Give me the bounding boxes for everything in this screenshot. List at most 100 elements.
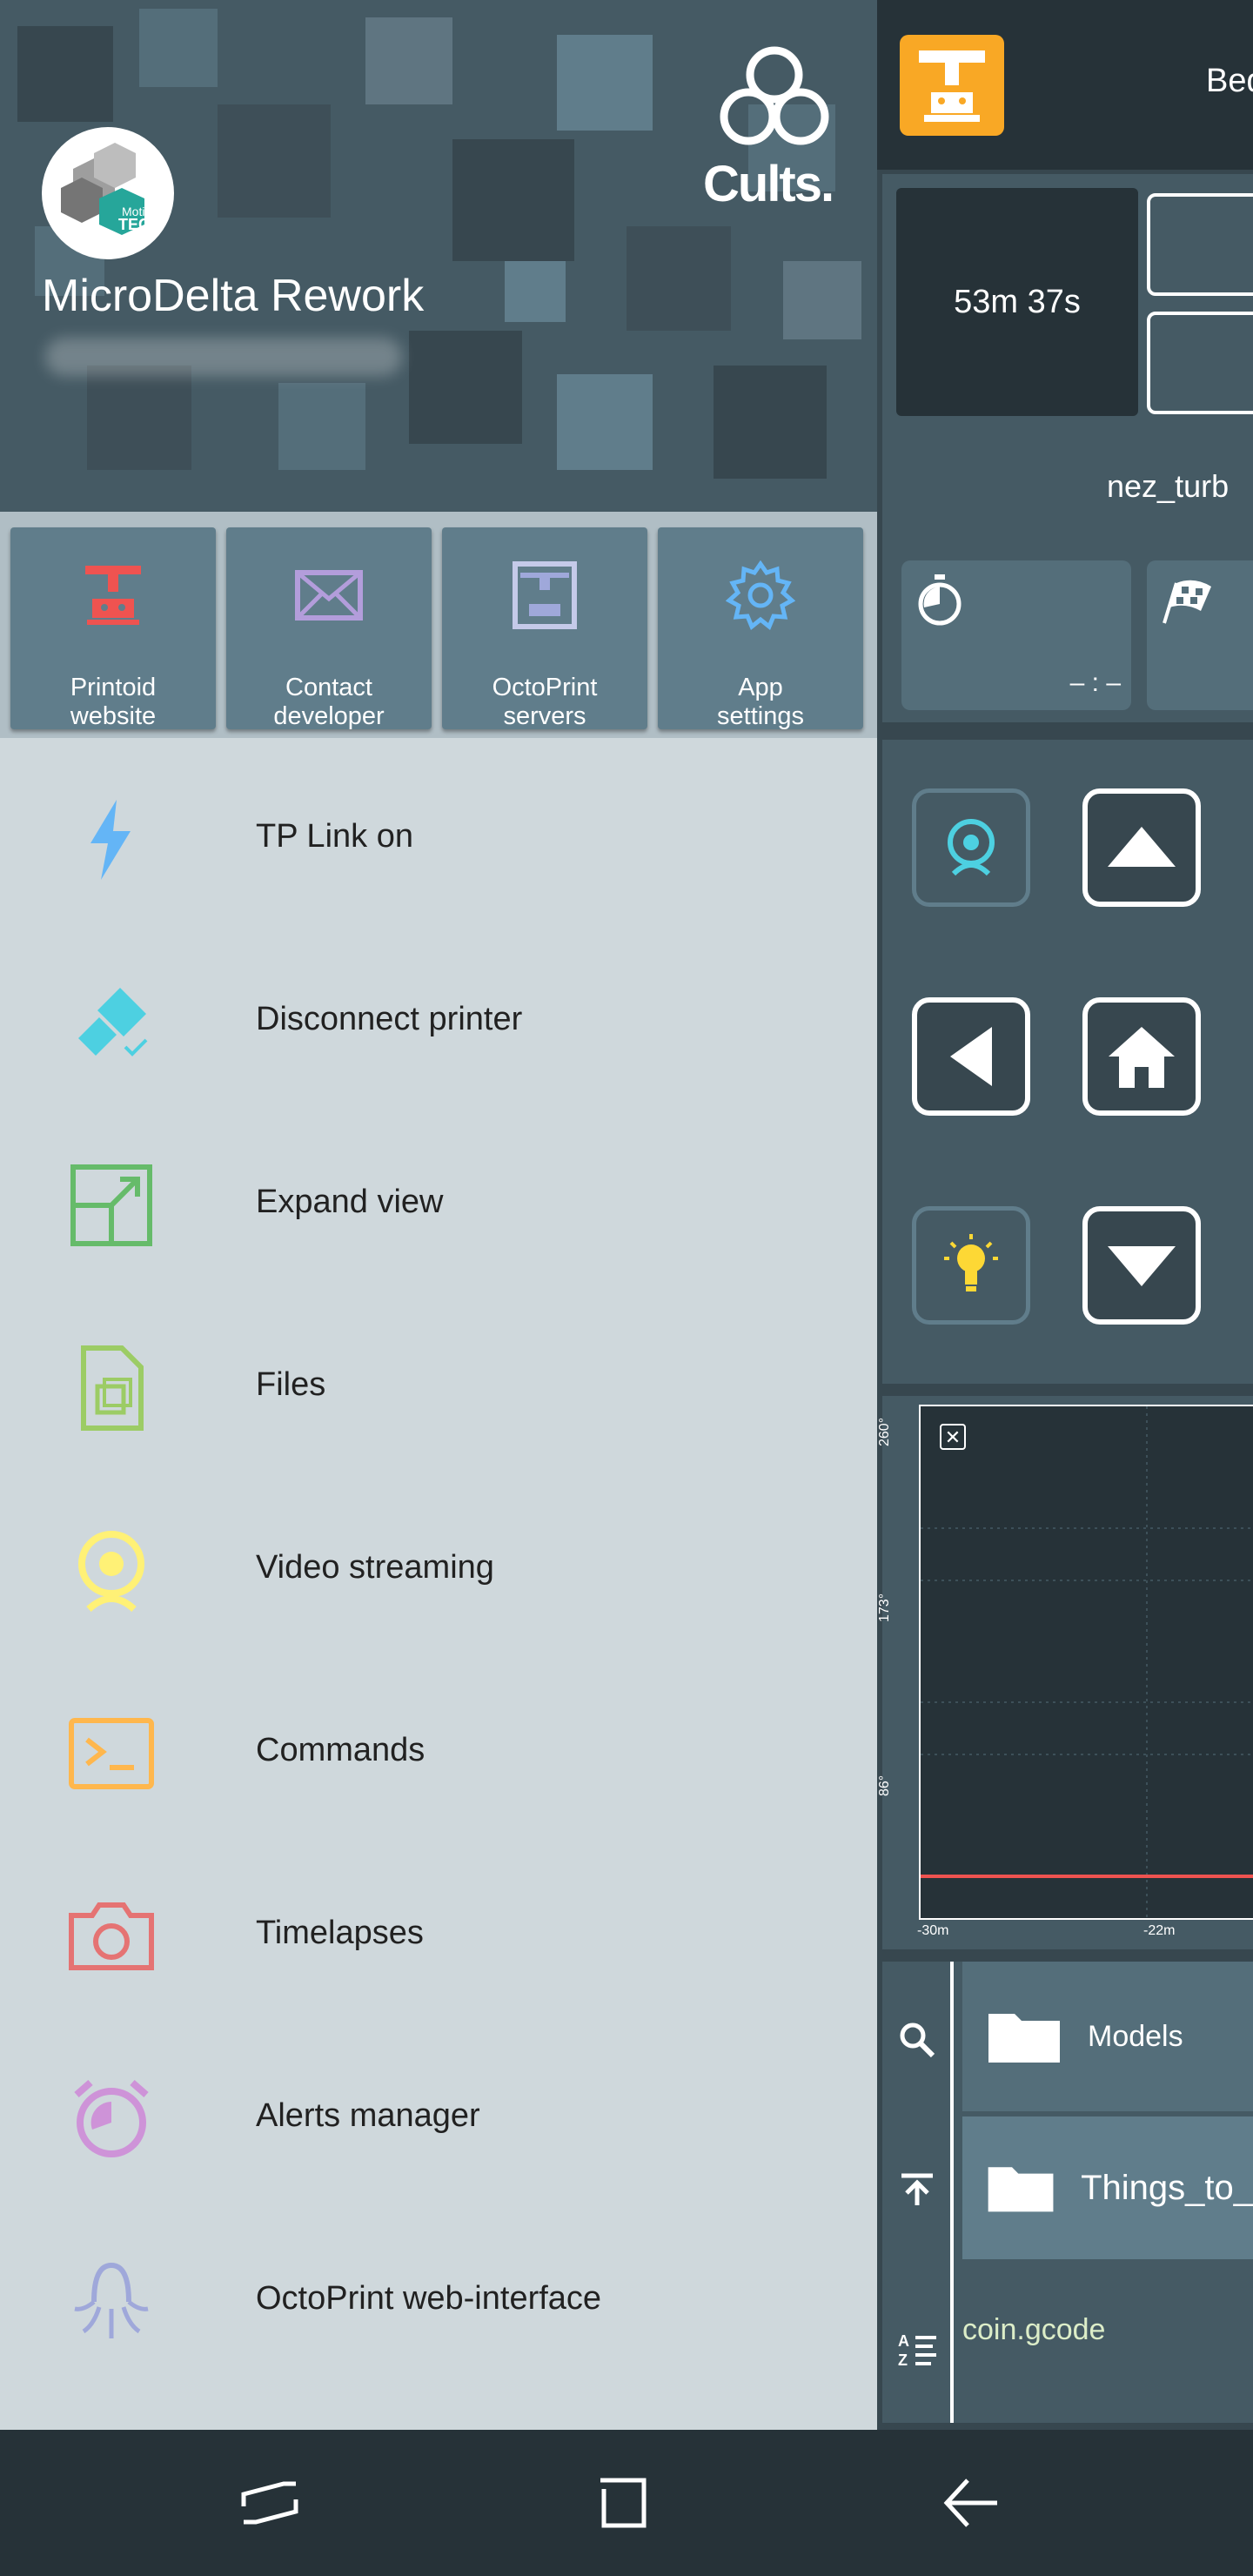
sort-az-icon: A Z [898,2332,936,2369]
chart-close-button[interactable]: ✕ [940,1424,966,1450]
light-button[interactable] [912,1206,1030,1325]
folder-item-models[interactable]: Models [962,1962,1253,2111]
x-tick-30m: -30m [917,1923,949,1938]
navigation-drawer: Motion TECH MicroDelta Rework Cults. Pri… [0,0,877,2430]
menu-item-expand-view[interactable]: Expand view [0,1114,877,1297]
home-nav-button[interactable] [588,2468,658,2538]
printer-name: Bed [1206,63,1253,99]
printoid-app-icon[interactable] [900,35,1004,136]
quick-actions: Printoid website Contact developer OctoP… [0,512,877,738]
folder-icon [988,2014,1060,2063]
stopwatch-icon [918,574,962,626]
file-item-gcode[interactable]: coin.gcode [962,2313,1105,2347]
profile-name: MicroDelta Rework [42,271,425,321]
folder-label: Things_to_ [1081,2168,1253,2207]
menu-item-octoprint-web[interactable]: OctoPrint web-interface [0,2210,877,2393]
svg-text:A: A [898,2332,909,2350]
checkered-flag-icon [1163,580,1211,624]
cults-wordmark: Cults. [703,156,834,212]
menu-item-timelapses[interactable]: Timelapses [0,1845,877,2028]
avatar[interactable]: Motion TECH [42,127,174,259]
system-navigation-bar [0,2430,1253,2576]
search-files-button[interactable] [895,2017,940,2063]
svg-text:TECH: TECH [118,216,161,233]
menu-item-label: Timelapses [256,1915,424,1951]
menu-item-label: Disconnect printer [256,1001,523,1037]
menu-item-files[interactable]: Files [0,1297,877,1479]
arrow-left-icon [950,1027,992,1086]
move-left-button[interactable] [912,997,1030,1116]
profile-address-blurred [45,338,402,376]
finish-card [1147,560,1253,710]
menu-item-label: OctoPrint web-interface [256,2280,602,2317]
upload-file-button[interactable] [895,2167,940,2212]
quick-action-label: Contact developer [273,674,385,730]
temperature-chart: 260° 173° 86° ✕ -30m -22m [877,1405,1253,1938]
menu-item-label: TP Link on [256,818,413,855]
folder-icon [988,2167,1054,2212]
eta-card: – : – [901,560,1131,710]
app-settings-button[interactable]: App settings [658,527,863,730]
terminal-icon [69,1718,154,1789]
drawer-header: Motion TECH MicroDelta Rework Cults. [0,0,877,512]
files-panel: A Z Models Things_to_ [882,1962,1253,2423]
menu-item-label: Commands [256,1732,425,1768]
svg-text:Z: Z [898,2351,908,2369]
y-tick-86: 86° [877,1774,892,1796]
chart-plot-area: ✕ [919,1405,1253,1920]
arrow-down-icon [1108,1246,1176,1286]
temp-box-top[interactable] [1147,193,1253,296]
search-icon [900,2023,935,2058]
folder-item-things[interactable]: Things_to_ [962,2116,1253,2259]
menu-item-commands[interactable]: Commands [0,1662,877,1845]
menu-item-alerts-manager[interactable]: Alerts manager [0,2028,877,2210]
recent-apps-button[interactable] [235,2468,305,2538]
x-tick-22m: -22m [1143,1923,1176,1938]
menu-item-label: Video streaming [256,1549,494,1586]
quick-action-label: App settings [717,674,804,730]
file-icon [81,1345,144,1431]
gear-icon [726,560,795,630]
back-nav-button[interactable] [936,2468,1006,2538]
temp-box-bottom[interactable] [1147,312,1253,414]
quick-action-label: Printoid website [70,674,157,730]
menu-item-tplink[interactable]: TP Link on [0,748,877,931]
job-name: nez_turb [1107,468,1230,504]
cults-cloud-icon [720,46,829,145]
y-tick-260: 260° [877,1417,892,1446]
print-time: 53m 37s [896,188,1138,416]
move-up-button[interactable] [1082,788,1201,907]
upload-icon [901,2173,933,2205]
motiontech-logo: Motion TECH [61,143,161,235]
app-toolbar: Bed [877,0,1253,170]
files-sidebar: A Z [882,1962,954,2423]
octoprint-servers-button[interactable]: OctoPrint servers [442,527,647,730]
webcam-icon [948,819,995,876]
chart-grid [921,1406,1253,1918]
printer-frame-icon [513,561,577,629]
printer-dashboard: Bed 53m 37s nez_turb – : – [877,0,1253,2430]
menu-item-disconnect-printer[interactable]: Disconnect printer [0,931,877,1114]
menu-item-label: Files [256,1366,326,1403]
home-button[interactable] [1082,997,1201,1116]
move-down-button[interactable] [1082,1206,1201,1325]
menu-item-video-streaming[interactable]: Video streaming [0,1479,877,1662]
lightbulb-icon [944,1234,998,1291]
mail-icon [295,570,363,621]
webcam-icon [78,1531,144,1613]
menu-item-label: Alerts manager [256,2097,480,2134]
quick-action-label: OctoPrint servers [492,674,598,730]
y-tick-173: 173° [877,1593,892,1622]
octopus-icon [74,2262,149,2338]
printoid-website-button[interactable]: Printoid website [10,527,216,730]
webcam-button[interactable] [912,788,1030,907]
contact-developer-button[interactable]: Contact developer [226,527,432,730]
menu-item-label: Expand view [256,1184,444,1220]
home-icon [1109,1027,1175,1088]
sort-files-button[interactable]: A Z [895,2327,940,2372]
eta-value: – : – [1069,668,1121,697]
expand-icon [70,1164,152,1246]
print-time-value: 53m 37s [954,283,1081,320]
arrow-up-icon [1108,827,1176,867]
plug-disconnect-icon [78,988,148,1057]
